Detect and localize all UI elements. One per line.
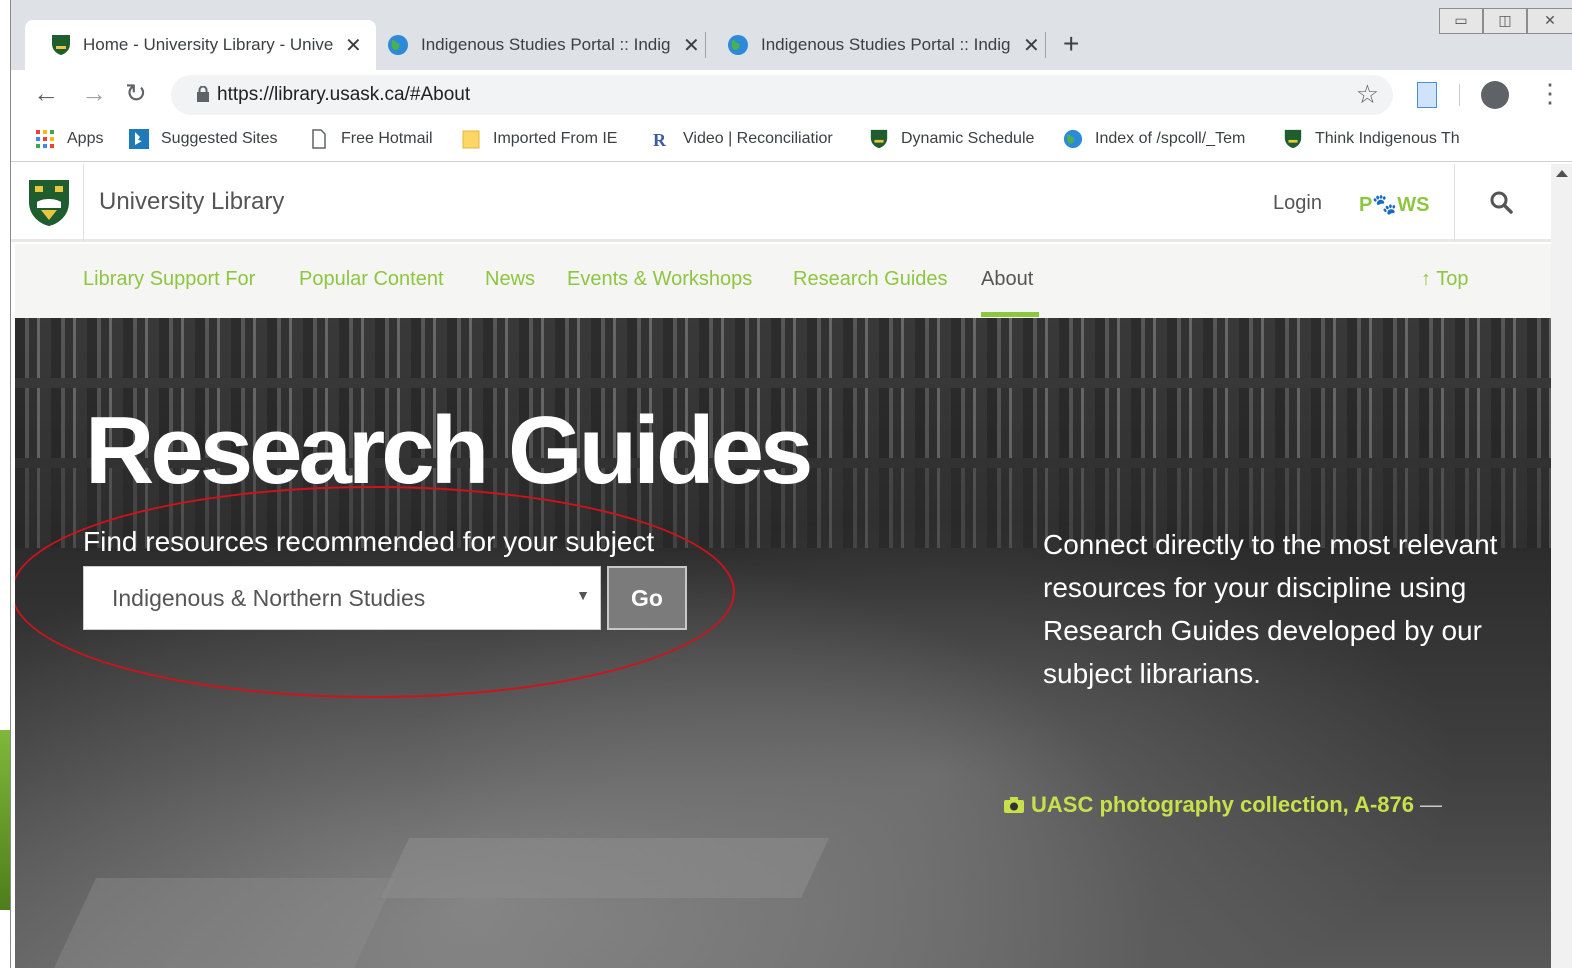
bookmark-video-reconciliation[interactable]: R Video | Reconciliatior	[651, 129, 845, 149]
tab-title: Home - University Library - Unive	[83, 35, 333, 54]
minimize-button[interactable]: ▭	[1439, 8, 1483, 34]
apps-grid-icon	[36, 130, 54, 148]
back-button[interactable]: ←	[33, 78, 59, 109]
tab-close-icon[interactable]: ✕	[683, 33, 700, 58]
address-bar[interactable]: https://library.usask.ca/#About ☆	[171, 75, 1393, 115]
bookmark-dynamic-schedule[interactable]: Dynamic Schedule	[869, 129, 1034, 149]
bookshelf-background	[15, 318, 1551, 378]
folder-icon	[462, 130, 480, 149]
search-icon[interactable]	[1489, 190, 1515, 216]
nav-news[interactable]: News	[485, 268, 535, 291]
nav-research-guides[interactable]: Research Guides	[793, 268, 948, 291]
usask-shield-icon	[52, 35, 70, 55]
photo-credit[interactable]: UASC photography collection, A-876 —	[1003, 792, 1442, 818]
maximize-button[interactable]: ◫	[1483, 8, 1527, 34]
reload-button[interactable]: ↻	[125, 78, 147, 109]
tab-portal-2[interactable]: Indigenous Studies Portal :: Indig ✕	[701, 20, 1054, 70]
page-icon	[312, 129, 326, 149]
hero-banner: Research Guides Find resources recommend…	[15, 318, 1551, 968]
login-link[interactable]: Login	[1273, 192, 1322, 215]
main-navigation: Library Support For Popular Content News…	[15, 244, 1551, 318]
site-title[interactable]: University Library	[99, 188, 284, 216]
bookmarks-bar: Apps Suggested Sites Free Hotmail Import…	[11, 120, 1572, 162]
hero-description: Connect directly to the most relevant re…	[1043, 529, 1498, 689]
site-header: University Library Login P🐾WS	[11, 164, 1551, 242]
bookmark-label: Index of /spcoll/_Tem	[1095, 130, 1246, 147]
credit-dash: —	[1420, 792, 1443, 817]
url-text[interactable]: https://library.usask.ca/#About	[217, 84, 470, 106]
lock-icon	[197, 86, 209, 102]
browser-toolbar: ← → ↻ https://library.usask.ca/#About ☆ …	[11, 70, 1572, 120]
back-to-top-link[interactable]: ↑ Top	[1421, 268, 1468, 291]
tab-strip: Home - University Library - Unive ✕ Indi…	[11, 0, 1572, 70]
globe-icon	[1063, 129, 1083, 149]
background-window-edge	[0, 730, 10, 910]
bookmark-imported-from-ie[interactable]: Imported From IE	[461, 129, 617, 149]
usask-logo-icon[interactable]	[27, 178, 71, 228]
bookmark-label: Dynamic Schedule	[901, 130, 1035, 147]
globe-icon	[388, 35, 408, 55]
page-scrollbar[interactable]	[1551, 164, 1572, 968]
scroll-up-arrow-icon[interactable]	[1556, 170, 1568, 177]
extension-document-icon[interactable]	[1417, 82, 1437, 108]
nav-library-support-for[interactable]: Library Support For	[83, 268, 255, 291]
tab-close-icon[interactable]: ✕	[345, 33, 362, 58]
active-nav-indicator	[981, 312, 1039, 317]
search-divider	[1454, 164, 1455, 242]
tab-title: Indigenous Studies Portal :: Indig	[761, 35, 1011, 54]
tab-portal-1[interactable]: Indigenous Studies Portal :: Indig ✕	[361, 20, 714, 70]
nav-events-workshops[interactable]: Events & Workshops	[567, 268, 752, 291]
bookmark-index-spcoll[interactable]: Index of /spcoll/_Tem	[1063, 129, 1257, 149]
new-tab-button[interactable]: +	[1063, 28, 1079, 60]
bing-icon	[129, 129, 149, 149]
bookmark-free-hotmail[interactable]: Free Hotmail	[309, 129, 433, 149]
reading-table-shape	[54, 878, 396, 968]
camera-icon	[1004, 797, 1024, 813]
reconciliation-r-icon: R	[653, 130, 667, 149]
bookmark-label: Think Indigenous Th	[1315, 130, 1460, 147]
highlight-annotation-ellipse	[15, 486, 735, 698]
bookmark-label: Apps	[67, 130, 104, 147]
paws-link[interactable]: P🐾WS	[1359, 192, 1429, 217]
bookmark-think-indigenous[interactable]: Think Indigenous Th	[1283, 129, 1477, 149]
tab-title: Indigenous Studies Portal :: Indig	[421, 35, 671, 54]
usask-shield-icon	[1284, 129, 1302, 149]
globe-icon	[728, 35, 748, 55]
close-window-button[interactable]: ✕	[1527, 8, 1572, 34]
browser-window: Home - University Library - Unive ✕ Indi…	[10, 0, 1572, 968]
bookmark-star-icon[interactable]: ☆	[1356, 79, 1379, 110]
photo-credit-text[interactable]: UASC photography collection, A-876	[1031, 792, 1414, 818]
nav-popular-content[interactable]: Popular Content	[299, 268, 444, 291]
svg-text:R: R	[653, 130, 667, 149]
nav-about[interactable]: About	[981, 268, 1033, 291]
bookmark-apps[interactable]: Apps	[35, 129, 103, 149]
profile-avatar-icon[interactable]	[1481, 81, 1509, 109]
bookmark-label: Free Hotmail	[341, 130, 433, 147]
tab-separator	[1045, 32, 1046, 58]
forward-button[interactable]: →	[81, 78, 107, 109]
toolbar-divider	[1459, 84, 1460, 106]
logo-divider	[83, 164, 84, 242]
bookmark-label: Video | Reconciliatior	[683, 130, 833, 147]
bookmark-label: Suggested Sites	[161, 130, 278, 147]
tab-close-icon[interactable]: ✕	[1023, 33, 1040, 58]
bookmark-label: Imported From IE	[493, 130, 618, 147]
bookmark-suggested-sites[interactable]: Suggested Sites	[129, 129, 278, 149]
tab-home[interactable]: Home - University Library - Unive ✕	[25, 20, 376, 70]
browser-menu-icon[interactable]: ⋮	[1537, 78, 1563, 109]
usask-shield-icon	[870, 129, 888, 149]
reading-table-shape	[381, 838, 829, 898]
